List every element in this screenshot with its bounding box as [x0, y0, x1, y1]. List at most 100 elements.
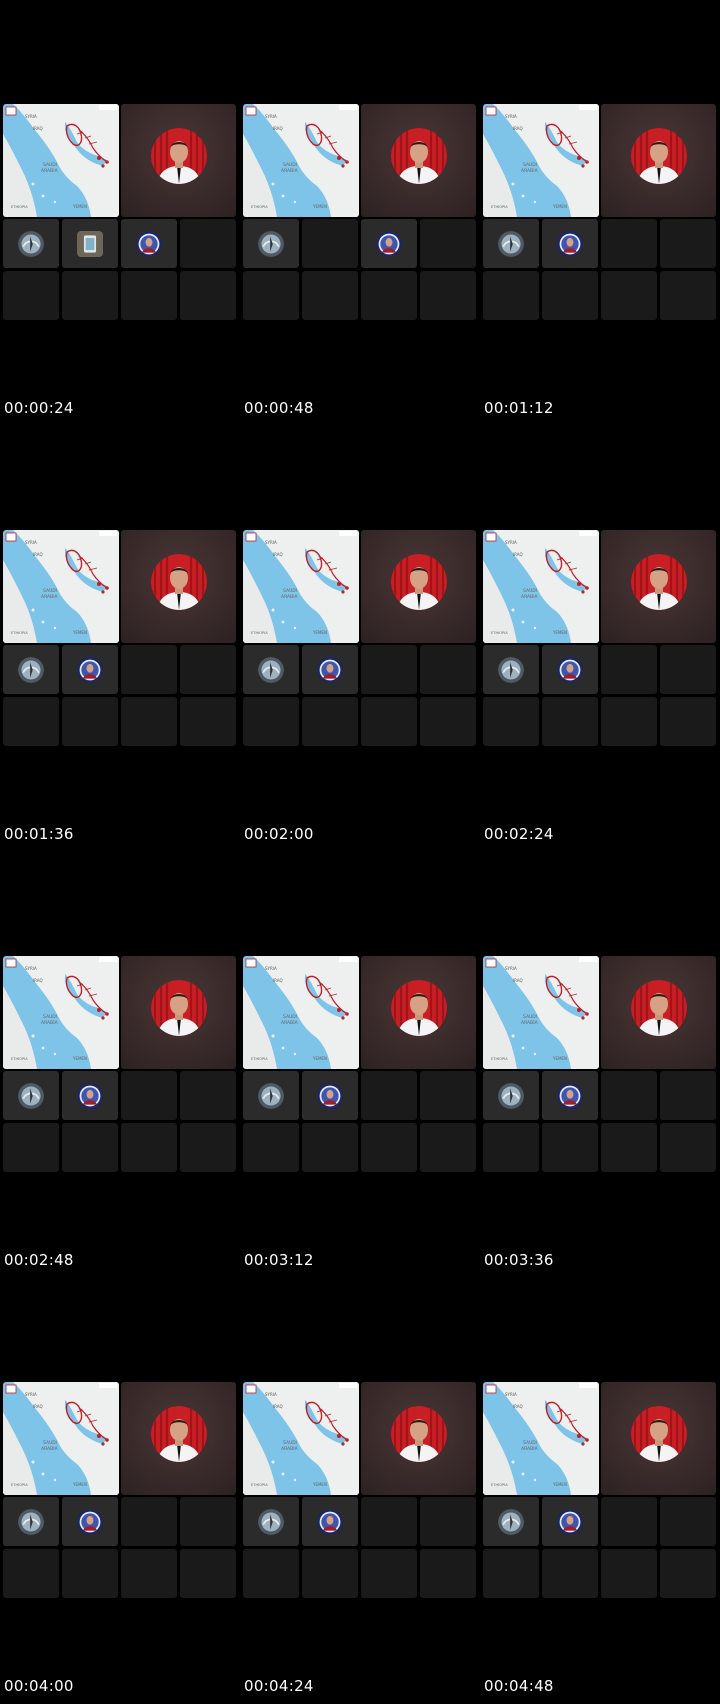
participant-tile[interactable] — [180, 1549, 236, 1598]
participant-tile[interactable] — [542, 1497, 598, 1546]
participant-tile[interactable] — [62, 645, 118, 694]
participant-tile[interactable] — [601, 1071, 657, 1120]
participant-tile[interactable] — [361, 271, 417, 320]
participant-tile[interactable] — [121, 697, 177, 746]
participant-tile[interactable] — [542, 271, 598, 320]
map-tile[interactable] — [483, 104, 599, 217]
presenter-tile[interactable] — [601, 956, 716, 1069]
participant-tile[interactable] — [121, 1549, 177, 1598]
participant-tile[interactable] — [3, 219, 59, 268]
participant-tile[interactable] — [361, 1123, 417, 1172]
participant-tile[interactable] — [483, 697, 539, 746]
participant-tile[interactable] — [483, 1549, 539, 1598]
participant-tile[interactable] — [601, 1123, 657, 1172]
participant-tile[interactable] — [302, 1497, 358, 1546]
presenter-tile[interactable] — [601, 104, 716, 217]
participant-tile[interactable] — [542, 1549, 598, 1598]
participant-tile[interactable] — [483, 1497, 539, 1546]
participant-tile[interactable] — [121, 1123, 177, 1172]
participant-tile[interactable] — [243, 697, 299, 746]
presenter-tile[interactable] — [121, 956, 236, 1069]
map-tile[interactable] — [243, 956, 359, 1069]
participant-tile[interactable] — [361, 697, 417, 746]
participant-tile[interactable] — [361, 1549, 417, 1598]
participant-tile[interactable] — [62, 1123, 118, 1172]
participant-tile[interactable] — [601, 1497, 657, 1546]
participant-tile[interactable] — [601, 219, 657, 268]
participant-tile[interactable] — [3, 697, 59, 746]
presenter-tile[interactable] — [601, 530, 716, 643]
participant-tile[interactable] — [542, 1071, 598, 1120]
participant-tile[interactable] — [243, 219, 299, 268]
participant-tile[interactable] — [180, 697, 236, 746]
participant-tile[interactable] — [302, 219, 358, 268]
participant-tile[interactable] — [483, 1123, 539, 1172]
participant-tile[interactable] — [302, 1123, 358, 1172]
participant-tile[interactable] — [361, 1071, 417, 1120]
participant-tile[interactable] — [243, 1549, 299, 1598]
participant-tile[interactable] — [3, 1123, 59, 1172]
participant-tile[interactable] — [62, 1071, 118, 1120]
participant-tile[interactable] — [180, 219, 236, 268]
participant-tile[interactable] — [121, 645, 177, 694]
participant-tile[interactable] — [243, 1071, 299, 1120]
map-tile[interactable] — [3, 956, 119, 1069]
participant-tile[interactable] — [62, 1497, 118, 1546]
map-tile[interactable] — [243, 104, 359, 217]
participant-tile[interactable] — [361, 219, 417, 268]
participant-tile[interactable] — [483, 1071, 539, 1120]
participant-tile[interactable] — [483, 271, 539, 320]
participant-tile[interactable] — [180, 645, 236, 694]
presenter-tile[interactable] — [361, 104, 476, 217]
participant-tile[interactable] — [302, 1071, 358, 1120]
participant-tile[interactable] — [243, 1123, 299, 1172]
map-tile[interactable] — [483, 1382, 599, 1495]
participant-tile[interactable] — [542, 645, 598, 694]
participant-tile[interactable] — [420, 1071, 476, 1120]
participant-tile[interactable] — [420, 1497, 476, 1546]
participant-tile[interactable] — [420, 219, 476, 268]
participant-tile[interactable] — [121, 1071, 177, 1120]
participant-tile[interactable] — [180, 1071, 236, 1120]
participant-tile[interactable] — [660, 1549, 716, 1598]
presenter-tile[interactable] — [361, 1382, 476, 1495]
participant-tile[interactable] — [3, 645, 59, 694]
participant-tile[interactable] — [62, 271, 118, 320]
presenter-tile[interactable] — [121, 1382, 236, 1495]
participant-tile[interactable] — [302, 645, 358, 694]
participant-tile[interactable] — [3, 1497, 59, 1546]
participant-tile[interactable] — [420, 271, 476, 320]
participant-tile[interactable] — [601, 645, 657, 694]
map-tile[interactable] — [243, 1382, 359, 1495]
participant-tile[interactable] — [483, 219, 539, 268]
participant-tile[interactable] — [3, 1071, 59, 1120]
participant-tile[interactable] — [361, 645, 417, 694]
participant-tile[interactable] — [121, 271, 177, 320]
participant-tile[interactable] — [660, 219, 716, 268]
participant-tile[interactable] — [62, 219, 118, 268]
participant-tile[interactable] — [660, 697, 716, 746]
presenter-tile[interactable] — [601, 1382, 716, 1495]
participant-tile[interactable] — [420, 645, 476, 694]
participant-tile[interactable] — [243, 1497, 299, 1546]
participant-tile[interactable] — [420, 1123, 476, 1172]
presenter-tile[interactable] — [121, 530, 236, 643]
participant-tile[interactable] — [302, 697, 358, 746]
participant-tile[interactable] — [3, 1549, 59, 1598]
participant-tile[interactable] — [62, 1549, 118, 1598]
participant-tile[interactable] — [660, 1071, 716, 1120]
map-tile[interactable] — [483, 530, 599, 643]
participant-tile[interactable] — [660, 1123, 716, 1172]
participant-tile[interactable] — [542, 697, 598, 746]
presenter-tile[interactable] — [361, 530, 476, 643]
participant-tile[interactable] — [180, 271, 236, 320]
participant-tile[interactable] — [361, 1497, 417, 1546]
participant-tile[interactable] — [62, 697, 118, 746]
participant-tile[interactable] — [121, 1497, 177, 1546]
participant-tile[interactable] — [3, 271, 59, 320]
participant-tile[interactable] — [660, 1497, 716, 1546]
map-tile[interactable] — [483, 956, 599, 1069]
presenter-tile[interactable] — [361, 956, 476, 1069]
participant-tile[interactable] — [180, 1123, 236, 1172]
participant-tile[interactable] — [660, 271, 716, 320]
